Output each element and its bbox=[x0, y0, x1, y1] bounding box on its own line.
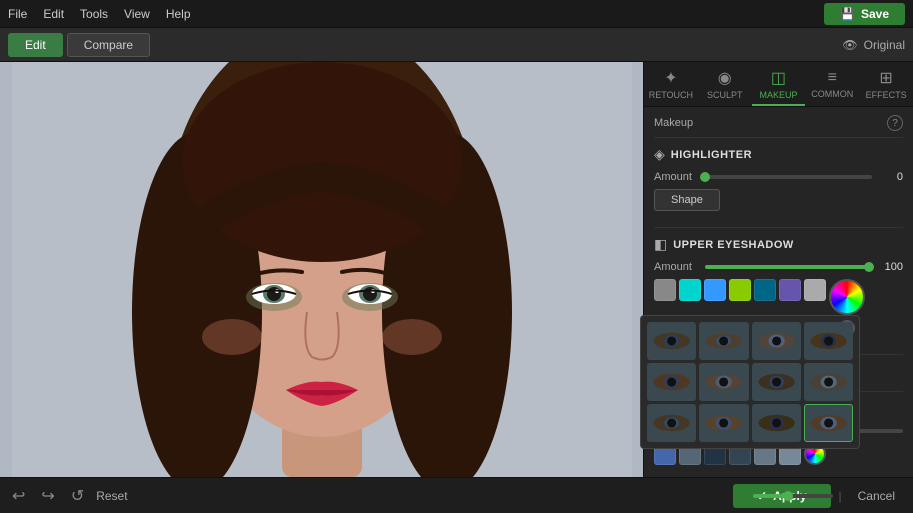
highlighter-amount-row: Amount 0 bbox=[654, 171, 903, 183]
eye-style-3[interactable] bbox=[752, 322, 801, 360]
panel-header: Makeup ? bbox=[654, 115, 903, 131]
menu-bar: File Edit Tools View Help bbox=[8, 7, 191, 21]
tab-makeup[interactable]: ◫ MAKEUP bbox=[752, 62, 806, 106]
reset-label[interactable]: Reset bbox=[96, 489, 127, 503]
color-swatch[interactable] bbox=[779, 279, 801, 301]
editbar: Edit Compare 👁 Original bbox=[0, 28, 913, 62]
tab-common-label: COMMON bbox=[811, 89, 853, 99]
menu-view[interactable]: View bbox=[124, 7, 150, 21]
color-swatch[interactable] bbox=[704, 279, 726, 301]
highlighter-icon: ◈ bbox=[654, 146, 665, 163]
tab-bar: ✦ RETOUCH ◉ SCULPT ◫ MAKEUP ≡ COMMON ⊞ bbox=[644, 62, 913, 107]
color-swatch[interactable] bbox=[729, 279, 751, 301]
original-toggle[interactable]: 👁 Original bbox=[842, 38, 905, 52]
upper-eyeshadow-title: UPPER EYESHADOW bbox=[673, 239, 794, 251]
eye-style-4[interactable] bbox=[804, 322, 853, 360]
face-canvas bbox=[12, 62, 632, 477]
eyeshadow-amount-row: Amount 100 bbox=[654, 261, 903, 273]
zoom-slider[interactable] bbox=[753, 494, 833, 498]
tab-sculpt-label: SCULPT bbox=[707, 90, 743, 100]
effects-icon: ⊞ bbox=[879, 68, 892, 88]
highlighter-section: ◈ HIGHLIGHTER Amount 0 Shape bbox=[654, 137, 903, 227]
titlebar: File Edit Tools View Help 💾 Save bbox=[0, 0, 913, 28]
save-icon: 💾 bbox=[840, 7, 855, 21]
color-swatch[interactable] bbox=[804, 279, 826, 301]
tab-common[interactable]: ≡ COMMON bbox=[805, 62, 859, 106]
eye-style-1[interactable] bbox=[647, 322, 696, 360]
app-wrapper: File Edit Tools View Help 💾 Save Edit Co… bbox=[0, 0, 913, 513]
edit-tab[interactable]: Edit bbox=[8, 33, 63, 57]
tab-sculpt[interactable]: ◉ SCULPT bbox=[698, 62, 752, 106]
eyeshadow-slider-thumb[interactable] bbox=[864, 262, 874, 272]
eye-style-7[interactable] bbox=[752, 363, 801, 401]
save-label: Save bbox=[861, 7, 889, 21]
upper-eyeshadow-title-row: ◧ UPPER EYESHADOW bbox=[654, 236, 903, 253]
menu-edit[interactable]: Edit bbox=[43, 7, 64, 21]
zoom-fill bbox=[753, 494, 785, 498]
tab-makeup-label: MAKEUP bbox=[759, 90, 797, 100]
panel-title: Makeup bbox=[654, 117, 693, 129]
highlighter-title-row: ◈ HIGHLIGHTER bbox=[654, 146, 903, 163]
menu-tools[interactable]: Tools bbox=[80, 7, 108, 21]
compare-tab[interactable]: Compare bbox=[67, 33, 150, 57]
eye-style-9[interactable] bbox=[647, 404, 696, 442]
zoom-thumb[interactable] bbox=[783, 491, 793, 501]
original-label: Original bbox=[864, 38, 905, 52]
tab-effects[interactable]: ⊞ EFFECTS bbox=[859, 62, 913, 106]
tab-effects-label: EFFECTS bbox=[866, 90, 907, 100]
eye-style-8[interactable] bbox=[804, 363, 853, 401]
color-wheel[interactable] bbox=[829, 279, 865, 315]
eye-icon: 👁 bbox=[842, 38, 857, 52]
eye-style-12[interactable] bbox=[804, 404, 853, 442]
eyeshadow-slider-fill bbox=[705, 265, 872, 269]
common-icon: ≡ bbox=[828, 69, 837, 87]
tab-retouch-label: RETOUCH bbox=[649, 90, 693, 100]
highlighter-title: HIGHLIGHTER bbox=[671, 149, 752, 161]
eyeshadow-icon: ◧ bbox=[654, 236, 667, 253]
highlighter-slider[interactable] bbox=[705, 175, 872, 179]
eye-style-2[interactable] bbox=[699, 322, 748, 360]
help-button[interactable]: ? bbox=[887, 115, 903, 131]
sculpt-icon: ◉ bbox=[718, 68, 732, 88]
eye-style-popup: × bbox=[640, 315, 860, 449]
highlighter-amount-value: 0 bbox=[878, 171, 903, 183]
eye-style-10[interactable] bbox=[699, 404, 748, 442]
eye-style-grid bbox=[647, 322, 853, 442]
makeup-icon: ◫ bbox=[771, 68, 786, 88]
canvas-area[interactable] bbox=[0, 62, 643, 477]
eyeshadow-amount-label: Amount bbox=[654, 261, 699, 273]
reset-icon-button[interactable]: ↺ bbox=[67, 484, 88, 508]
save-button[interactable]: 💾 Save bbox=[824, 3, 905, 25]
highlighter-slider-thumb[interactable] bbox=[700, 172, 710, 182]
eyeshadow-amount-value: 100 bbox=[878, 261, 903, 273]
eye-style-5[interactable] bbox=[647, 363, 696, 401]
redo-button[interactable]: ↪ bbox=[37, 484, 58, 508]
retouch-icon: ✦ bbox=[664, 68, 677, 88]
highlighter-amount-label: Amount bbox=[654, 171, 699, 183]
eye-style-6[interactable] bbox=[699, 363, 748, 401]
menu-help[interactable]: Help bbox=[166, 7, 191, 21]
eyeshadow-slider[interactable] bbox=[705, 265, 872, 269]
color-swatch[interactable] bbox=[654, 279, 676, 301]
menu-file[interactable]: File bbox=[8, 7, 27, 21]
color-swatch[interactable] bbox=[679, 279, 701, 301]
color-swatch[interactable] bbox=[754, 279, 776, 301]
undo-button[interactable]: ↩ bbox=[8, 484, 29, 508]
eye-style-11[interactable] bbox=[752, 404, 801, 442]
tab-retouch[interactable]: ✦ RETOUCH bbox=[644, 62, 698, 106]
shape-button[interactable]: Shape bbox=[654, 189, 720, 211]
